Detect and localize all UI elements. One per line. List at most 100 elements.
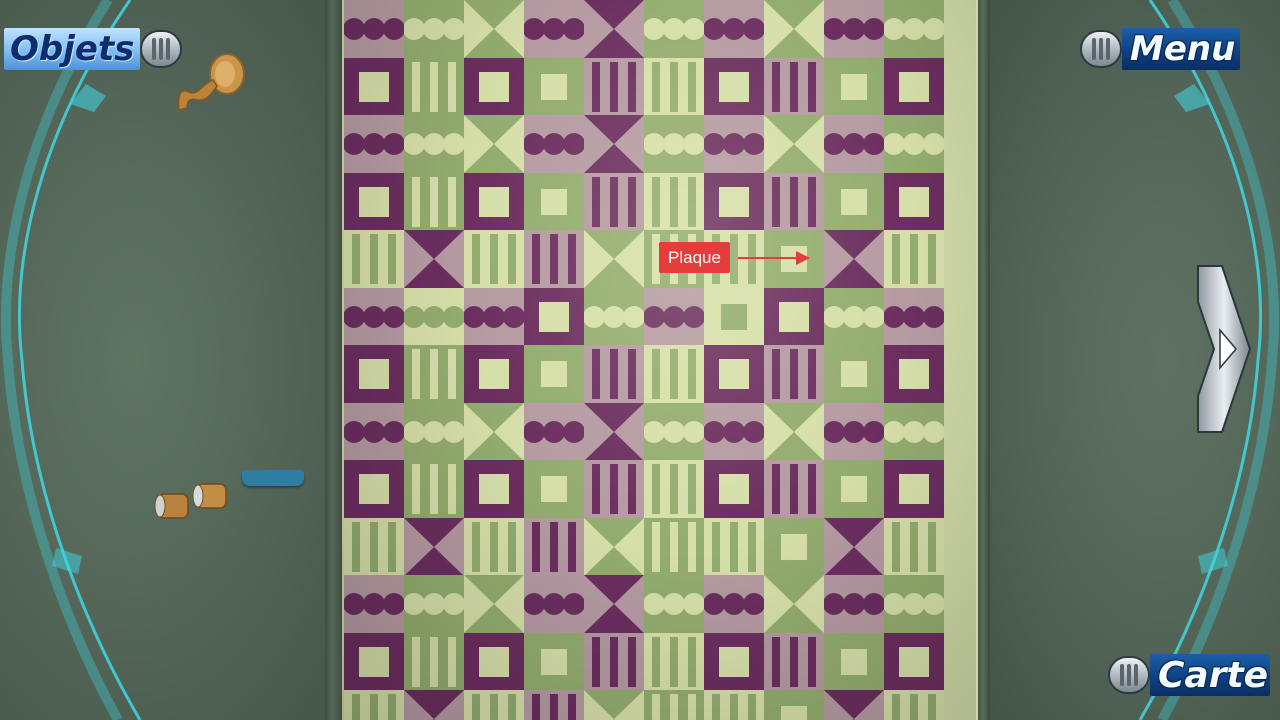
carte-capsule-icon xyxy=(1108,656,1150,694)
carte-button[interactable]: Carte xyxy=(1108,654,1270,696)
pattern-tile xyxy=(583,287,645,346)
pattern-tile xyxy=(464,575,524,633)
pattern-tile xyxy=(403,0,465,58)
pattern-tile xyxy=(403,402,465,461)
pattern-tile xyxy=(883,287,945,346)
pattern-tile xyxy=(824,690,884,720)
pattern-tile xyxy=(584,0,644,58)
pattern-tile xyxy=(884,632,944,691)
pattern-tile xyxy=(823,287,885,346)
pattern-tile xyxy=(883,115,945,173)
pattern-tile xyxy=(464,172,524,231)
pattern-tile xyxy=(644,460,704,518)
pattern-tile xyxy=(884,690,944,720)
pattern-tile xyxy=(704,517,764,576)
pattern-tile xyxy=(824,345,884,403)
pattern-tile xyxy=(764,517,824,576)
pattern-tile xyxy=(523,115,585,173)
pattern-tile xyxy=(764,460,824,518)
pattern-tile xyxy=(824,632,884,691)
chevron-right-icon[interactable] xyxy=(1194,264,1252,434)
pattern-tile xyxy=(823,0,885,58)
pattern-tile xyxy=(403,115,465,173)
pattern-tile xyxy=(703,0,765,58)
pattern-tile xyxy=(704,172,764,231)
pattern-tile xyxy=(344,57,404,116)
pattern-tile xyxy=(644,690,704,720)
pattern-tile xyxy=(524,632,584,691)
pattern-tile xyxy=(703,575,765,633)
pattern-tile xyxy=(823,115,885,173)
plaque-arrow-icon xyxy=(738,251,810,265)
pattern-tile xyxy=(824,517,884,576)
pattern-tile xyxy=(524,57,584,116)
pattern-tile xyxy=(404,230,464,288)
pattern-tile xyxy=(764,575,824,633)
menu-button[interactable]: Menu xyxy=(1080,28,1240,70)
objets-label: Objets xyxy=(10,29,135,69)
pattern-tile xyxy=(524,460,584,518)
pattern-tile xyxy=(764,57,824,116)
pattern-tile xyxy=(824,460,884,518)
pattern-tile xyxy=(764,0,824,58)
pattern-tile xyxy=(704,632,764,691)
pattern-tile xyxy=(824,230,884,288)
pattern-tile xyxy=(703,115,765,173)
pattern-tile xyxy=(883,402,945,461)
pattern-tile xyxy=(884,57,944,116)
pattern-tile xyxy=(524,230,584,288)
objets-button[interactable]: Objets xyxy=(4,28,183,70)
pattern-tile xyxy=(404,57,464,116)
pattern-tile xyxy=(643,287,705,346)
pattern-tile xyxy=(643,0,705,58)
pattern-tile xyxy=(344,632,404,691)
pattern-tile xyxy=(343,402,405,461)
pattern-tile xyxy=(464,0,524,58)
pattern-tile xyxy=(464,402,524,461)
pattern-tile xyxy=(824,172,884,231)
pattern-tile xyxy=(764,632,824,691)
pattern-tile xyxy=(764,115,824,173)
pattern-tile xyxy=(764,345,824,403)
pattern-tile xyxy=(584,575,644,633)
pattern-tile xyxy=(643,575,705,633)
pattern-tile xyxy=(704,57,764,116)
pattern-tile xyxy=(344,345,404,403)
pattern-tile xyxy=(584,402,644,461)
blue-handle[interactable] xyxy=(242,470,304,486)
pattern-tile xyxy=(464,115,524,173)
pattern-tile xyxy=(823,402,885,461)
pattern-tile xyxy=(823,575,885,633)
brass-pegs-icon[interactable] xyxy=(150,474,240,524)
pattern-tile xyxy=(643,402,705,461)
panel-frame-right xyxy=(976,0,990,720)
pattern-tile xyxy=(584,517,644,576)
pattern-tile xyxy=(764,287,824,346)
pattern-tile xyxy=(584,172,644,231)
pattern-tile xyxy=(584,230,644,288)
pattern-tile xyxy=(884,172,944,231)
menu-label: Menu xyxy=(1130,29,1236,69)
pattern-tile xyxy=(644,345,704,403)
pattern-tile xyxy=(824,57,884,116)
pattern-tile xyxy=(523,0,585,58)
pattern-tile xyxy=(524,517,584,576)
pattern-tile xyxy=(464,57,524,116)
pattern-tile xyxy=(404,345,464,403)
patterned-tile-panel[interactable] xyxy=(342,0,978,720)
pattern-tile xyxy=(644,632,704,691)
pattern-tile xyxy=(584,115,644,173)
pattern-tile xyxy=(404,690,464,720)
pattern-tile xyxy=(704,460,764,518)
pattern-tile xyxy=(524,172,584,231)
pattern-tile xyxy=(584,460,644,518)
pattern-tile xyxy=(703,402,765,461)
pattern-tile xyxy=(704,345,764,403)
pattern-tile xyxy=(883,575,945,633)
pattern-tile xyxy=(343,287,405,346)
pattern-tile xyxy=(344,172,404,231)
pattern-tile xyxy=(523,575,585,633)
pattern-tile xyxy=(764,690,824,720)
pattern-tile xyxy=(344,517,404,576)
pattern-tile xyxy=(764,402,824,461)
